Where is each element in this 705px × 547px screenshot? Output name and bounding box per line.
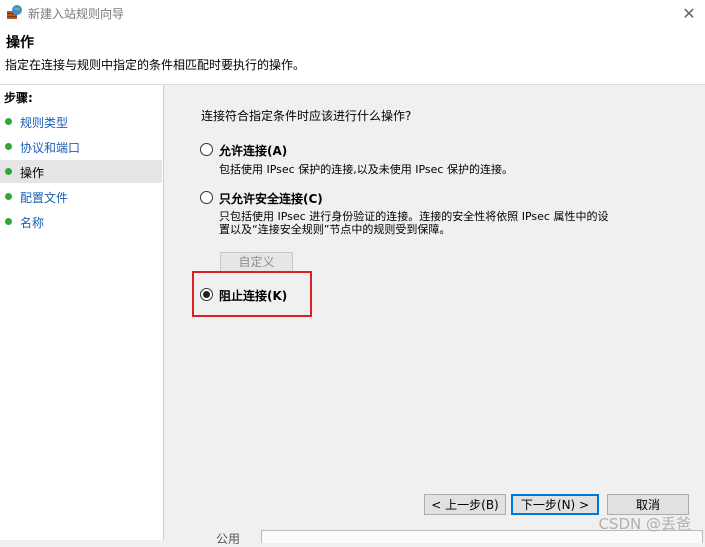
next-button[interactable]: 下一步(N) > (511, 494, 599, 515)
wizard-header: 操作 指定在连接与规则中指定的条件相匹配时要执行的操作。 (0, 26, 705, 85)
steps-sidebar: 步骤: 规则类型 协议和端口 操作 配置文件 名称 (0, 85, 164, 540)
allow-secure-desc-line2: 置以及“连接安全规则”节点中的规则受到保障。 (219, 223, 451, 236)
close-button[interactable]: ✕ (673, 0, 705, 26)
close-icon: ✕ (682, 3, 696, 23)
window-title: 新建入站规则向导 (28, 7, 125, 21)
cancel-button[interactable]: 取消 (607, 494, 689, 515)
step-bullet-icon (5, 218, 12, 225)
step-bullet-icon (5, 168, 12, 175)
step-item-rule-type[interactable]: 规则类型 (0, 110, 162, 133)
step-label: 配置文件 (20, 191, 69, 205)
question-text: 连接符合指定条件时应该进行什么操作? (201, 109, 412, 123)
allow-connection-desc: 包括使用 IPsec 保护的连接,以及未使用 IPsec 保护的连接。 (219, 163, 513, 176)
allow-connection-radio[interactable] (200, 143, 213, 156)
page-title: 操作 (6, 35, 34, 51)
step-bullet-icon (5, 118, 12, 125)
step-item-name[interactable]: 名称 (0, 210, 162, 233)
allow-secure-label[interactable]: 只允许安全连接(C) (219, 190, 323, 207)
steps-title: 步骤: (4, 91, 33, 105)
block-connection-radio[interactable] (200, 288, 213, 301)
allow-secure-radio[interactable] (200, 191, 213, 204)
title-bar: 新建入站规则向导 ✕ (0, 0, 705, 26)
partial-public-label: 公用 (216, 532, 241, 546)
firewall-app-icon (7, 5, 22, 19)
customize-button[interactable]: 自定义 (220, 252, 293, 272)
step-label: 名称 (20, 216, 45, 230)
step-bullet-icon (5, 143, 12, 150)
page-description: 指定在连接与规则中指定的条件相匹配时要执行的操作。 (5, 58, 306, 72)
step-bullet-icon (5, 193, 12, 200)
allow-secure-desc-line1: 只包括使用 IPsec 进行身份验证的连接。连接的安全性将依照 IPsec 属性… (219, 210, 609, 223)
back-button[interactable]: < 上一步(B) (424, 494, 506, 515)
step-item-action[interactable]: 操作 (0, 160, 162, 183)
step-item-protocol-ports[interactable]: 协议和端口 (0, 135, 162, 158)
watermark-text: CSDN @丢爸 (598, 515, 691, 533)
allow-connection-label[interactable]: 允许连接(A) (219, 142, 287, 159)
main-panel: 连接符合指定条件时应该进行什么操作? 允许连接(A) 包括使用 IPsec 保护… (166, 85, 705, 546)
step-item-profile[interactable]: 配置文件 (0, 185, 162, 208)
step-label: 操作 (20, 166, 45, 180)
step-label: 规则类型 (20, 116, 69, 130)
step-label: 协议和端口 (20, 141, 81, 155)
block-connection-label[interactable]: 阻止连接(K) (219, 287, 287, 304)
